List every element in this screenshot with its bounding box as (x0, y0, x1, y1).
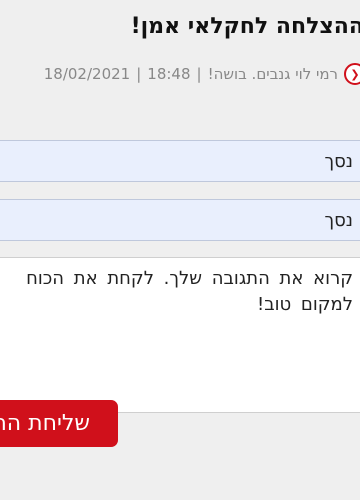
comment-title: ההצלחה לחקלאי אמן! (130, 14, 360, 39)
comment-body-line: קרוא את התגובה שלך. לקחת את הכוח (26, 268, 353, 289)
author-name: רמי לוי גנבים. בושה! (207, 65, 338, 83)
email-field[interactable]: נסך (0, 199, 360, 241)
name-field[interactable]: נסך (0, 140, 360, 182)
comment-meta: ❮ רמי לוי גנבים. בושה! | 18:48 | 18/02/2… (0, 63, 360, 85)
comment-date: 18/02/2021 (43, 65, 131, 83)
email-field-value: נסך (324, 209, 353, 231)
comment-time: 18:48 (147, 65, 191, 83)
submit-comment-button[interactable]: שליחת התגובה (0, 400, 118, 447)
meta-separator: | (136, 65, 142, 83)
comment-body-line: למקום טוב! (257, 294, 353, 315)
meta-separator: | (196, 65, 202, 83)
submit-button-label: שליחת התגובה (0, 411, 90, 436)
comment-body-textarea[interactable]: קרוא את התגובה שלך. לקחת את הכוח למקום ט… (0, 257, 360, 413)
name-field-value: נסך (324, 150, 353, 172)
circle-arrow-icon: ❮ (344, 63, 360, 85)
